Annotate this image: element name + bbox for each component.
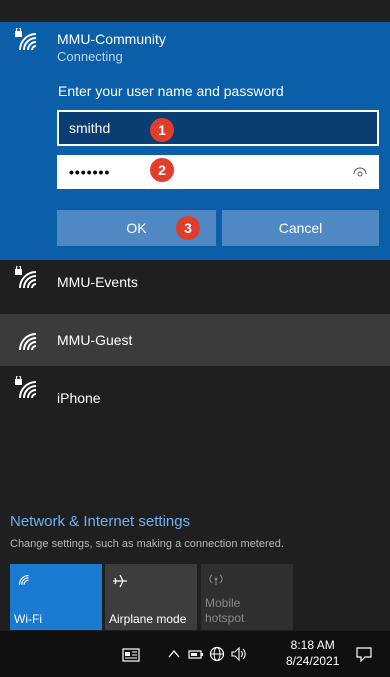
airplane-mode-tile[interactable]: Airplane mode [105,564,197,630]
globe-network-icon[interactable] [209,646,225,662]
news-widget-icon[interactable] [122,648,140,662]
secured-wifi-icon [15,28,37,51]
chevron-up-icon[interactable] [168,649,180,659]
cancel-button[interactable]: Cancel [222,210,379,246]
network-settings-description: Change settings, such as making a connec… [10,538,284,550]
password-input[interactable]: ••••••• [57,155,379,189]
wifi-icon [19,333,37,351]
battery-icon[interactable] [188,647,204,661]
flyout-top [0,0,390,22]
network-settings-link[interactable]: Network & Internet settings [10,513,190,530]
step-badge-3: 3 [176,216,200,240]
network-item-iphone[interactable]: iPhone [0,370,390,422]
secured-wifi-icon [15,376,37,399]
taskbar-clock[interactable]: 8:18 AM 8/24/2021 [286,637,339,669]
secured-wifi-icon [15,266,37,289]
network-item-mmu-guest[interactable]: MMU-Guest [0,314,390,366]
network-name: iPhone [57,390,101,406]
network-name: MMU-Community [57,31,166,47]
wifi-icon [18,575,29,585]
network-item-mmu-community[interactable]: MMU-Community Connecting Enter your user… [0,22,390,260]
hotspot-icon [209,574,223,585]
wifi-flyout: MMU-Community Connecting Enter your user… [0,0,390,631]
volume-icon[interactable] [230,646,248,662]
tile-label: Mobile hotspot [205,596,245,625]
airplane-icon [113,574,127,588]
action-center-icon[interactable] [356,646,372,662]
network-status: Connecting [57,49,123,64]
username-value: smithd [69,120,111,136]
network-name: MMU-Guest [57,332,133,348]
tile-label: Wi-Fi [14,612,42,626]
reveal-password-icon[interactable] [353,165,367,179]
wifi-toggle-tile[interactable]: Wi-Fi [10,564,102,630]
network-name: MMU-Events [57,274,138,290]
clock-time: 8:18 AM [290,638,335,652]
tile-label: Airplane mode [109,612,187,626]
step-badge-2: 2 [150,158,174,182]
username-input[interactable]: smithd [57,110,379,146]
clock-date: 8/24/2021 [286,654,340,668]
mobile-hotspot-tile[interactable]: Mobile hotspot [201,564,293,630]
step-badge-1: 1 [150,118,174,142]
credentials-prompt: Enter your user name and password [58,83,284,99]
network-item-mmu-events[interactable]: MMU-Events [0,260,390,310]
password-value: ••••••• [69,164,111,180]
